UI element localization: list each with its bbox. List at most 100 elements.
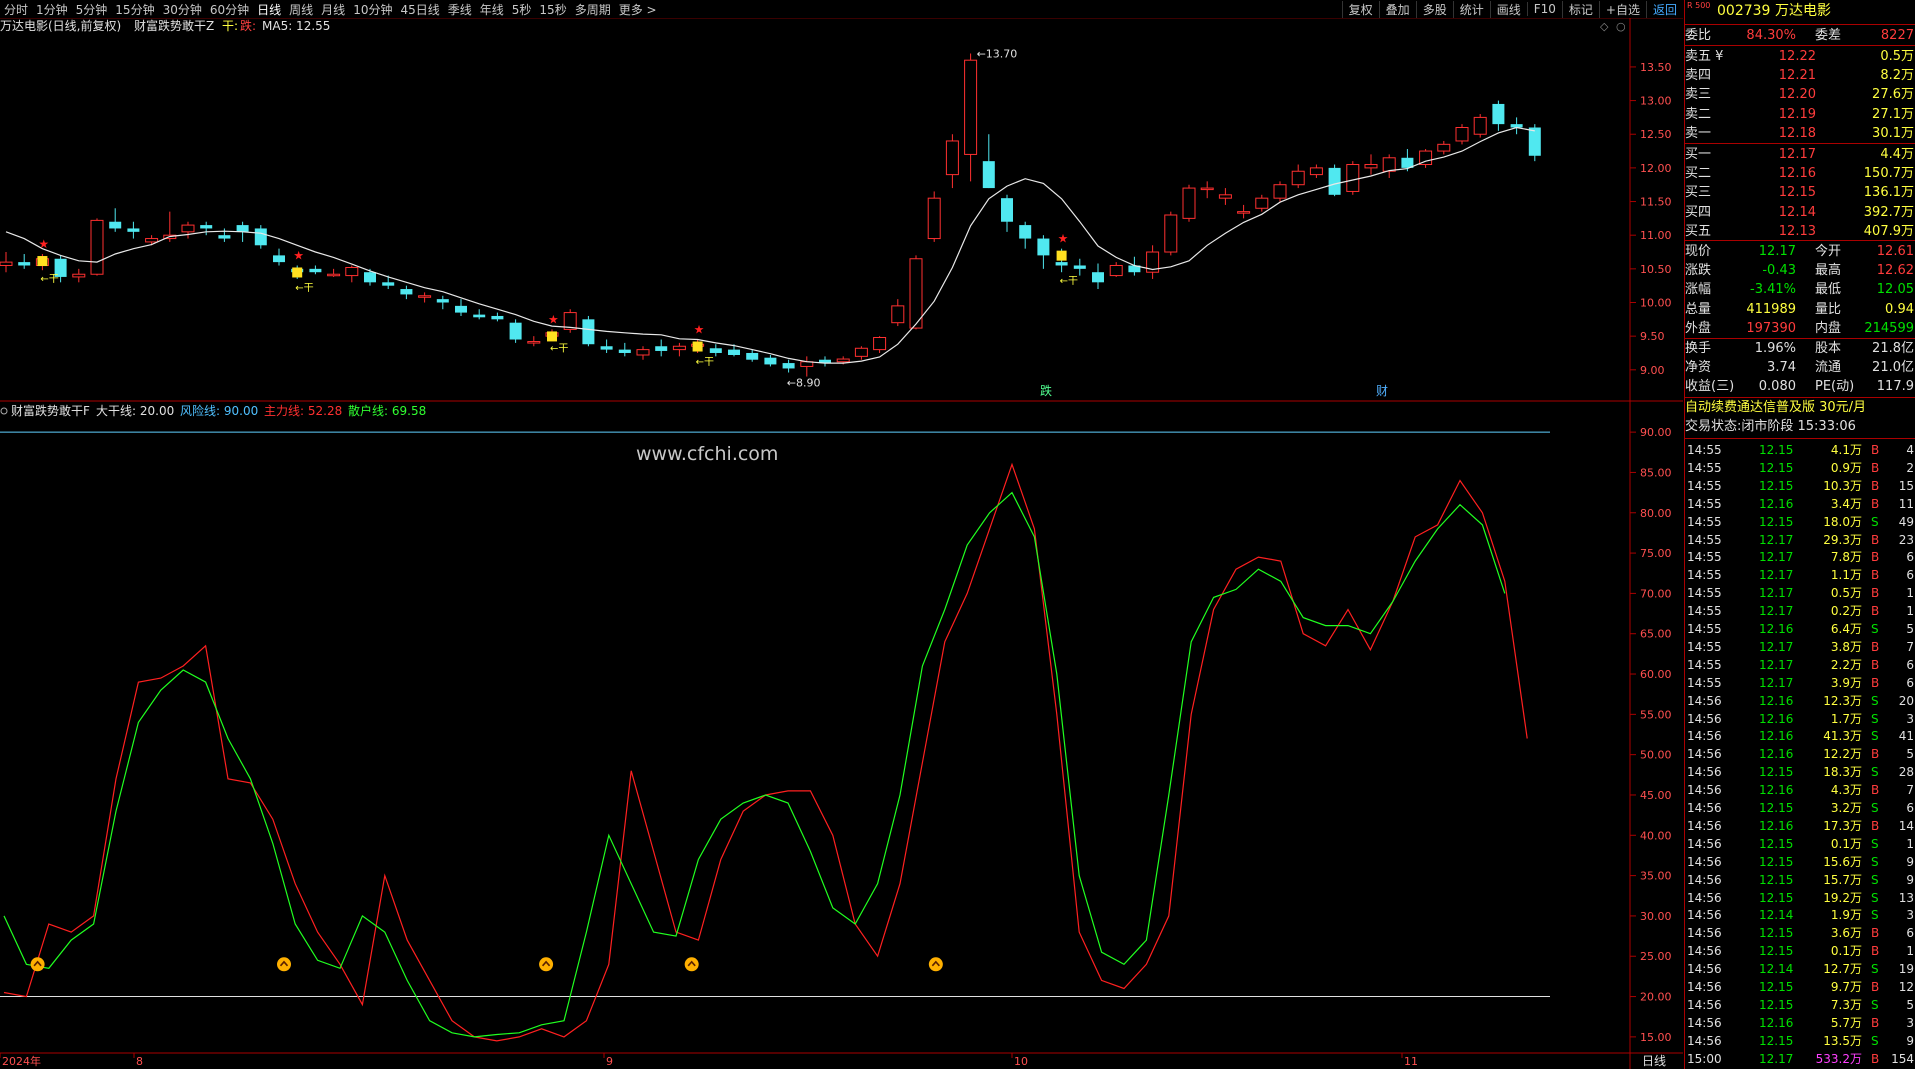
tick-row: 14:55 12.17 2.2万 B 6 <box>1687 657 1914 672</box>
tick-row: 14:56 12.15 3.6万 B 6 <box>1687 926 1914 941</box>
tick-row: 14:55 12.17 3.9万 B 6 <box>1687 675 1914 690</box>
price-tick-label: 10.00 <box>1640 297 1672 310</box>
candle-body <box>891 305 905 324</box>
candle-body <box>509 322 522 340</box>
price-tick-label: 11.50 <box>1640 196 1672 209</box>
ma5-line <box>5 126 1535 364</box>
tick-row: 14:55 12.16 3.4万 B 11 <box>1687 496 1914 511</box>
high-price-label: ←13.70 <box>977 47 1018 60</box>
tool-button[interactable]: +自选 <box>1598 0 1646 18</box>
tick-row: 14:55 12.15 18.0万 S 49 <box>1687 514 1914 529</box>
candle-body <box>1528 127 1541 156</box>
tick-row: 14:56 12.14 1.9万 S 3 <box>1687 908 1914 923</box>
indicator-tick-label: 65.00 <box>1640 628 1672 641</box>
period-tab[interactable]: 日线 <box>253 1 285 18</box>
period-tab[interactable]: 5分钟 <box>72 1 112 18</box>
tick-row: 14:56 12.15 19.2万 S 13 <box>1687 890 1914 905</box>
period-tab[interactable]: 60分钟 <box>206 1 253 18</box>
tool-button[interactable]: 画线 <box>1489 0 1527 18</box>
tool-button[interactable]: 叠加 <box>1378 0 1416 18</box>
period-tab[interactable]: 45日线 <box>396 1 443 18</box>
sub-indicator-title: 财富跌势敢干F <box>11 403 90 418</box>
tick-row: 14:56 12.15 15.7万 S 9 <box>1687 872 1914 887</box>
candle-body <box>236 225 249 232</box>
star-marker: ★ <box>38 237 49 251</box>
indicator-tick-label: 75.00 <box>1640 547 1672 560</box>
period-tab[interactable]: 15秒 <box>535 1 570 18</box>
ask-row: 卖五 ¥12.22 0.5万 <box>1685 49 1914 64</box>
candle-body <box>18 262 31 266</box>
tick-row: 15:00 12.17 533.2万 B 154 <box>1687 1051 1914 1066</box>
tool-button[interactable]: F10 <box>1526 2 1562 16</box>
candle-body <box>364 272 376 283</box>
diamond-icon[interactable]: ◇ <box>1600 20 1609 33</box>
ask-row: 卖四 12.21 8.2万 <box>1685 68 1914 84</box>
indicator-tick-label: 55.00 <box>1640 708 1672 721</box>
period-tab[interactable]: 15分钟 <box>111 1 158 18</box>
legend-item: 主力线: 52.28 <box>264 404 342 418</box>
candle-body <box>382 282 395 286</box>
tick-row: 14:56 12.16 12.2万 B 5 <box>1687 747 1914 762</box>
price-axis: 13.50 13.00 12.50 12.00 11.50 11.00 10.50 10.00… <box>1630 61 1672 377</box>
period-tab[interactable]: 更多 > <box>615 1 661 18</box>
period-tab[interactable]: 年线 <box>476 1 508 18</box>
tool-button[interactable]: 标记 <box>1561 0 1599 18</box>
circle-icon[interactable]: ○ <box>1616 20 1626 33</box>
indicator-tick-label: 45.00 <box>1640 789 1672 802</box>
kline-chart[interactable]: 万达电影(日线,前复权) 财富跌势敢干Z 干: 跌: MA5: 12.55 ◇ … <box>0 18 1683 1069</box>
period-tab[interactable]: 分时 <box>0 1 32 18</box>
candle-body <box>436 299 449 303</box>
candle-body <box>254 228 267 246</box>
candle-body <box>618 349 631 353</box>
candle-body <box>672 345 686 351</box>
date-tick-label: 10 <box>1014 1055 1028 1068</box>
indicator-icon[interactable] <box>0 407 8 415</box>
tool-button[interactable]: 复权 <box>1341 0 1379 18</box>
bid-row: 买四 12.14 392.7万 <box>1685 204 1914 220</box>
period-tab[interactable]: 周线 <box>285 1 317 18</box>
candle-body <box>964 59 978 155</box>
candle-body <box>1164 214 1178 253</box>
signal-box <box>547 331 557 342</box>
buy-signal-icon <box>928 957 943 972</box>
candle-body <box>709 348 722 353</box>
tick-row: 14:55 12.15 4.1万 B 4 <box>1687 443 1914 457</box>
period-tab[interactable]: 1分钟 <box>32 1 72 18</box>
tick-row: 14:56 12.16 12.3万 S 20 <box>1687 693 1914 708</box>
price-tick-label: 9.50 <box>1640 330 1665 343</box>
signal-box <box>292 267 303 278</box>
legend-item: 大干线: 20.00 <box>96 404 174 418</box>
gan-signal: ←干 <box>295 283 313 294</box>
star-marker: ★ <box>694 323 705 337</box>
tick-row: 14:56 12.15 13.5万 S 9 <box>1687 1033 1914 1048</box>
date-tick-label: 8 <box>136 1055 143 1068</box>
candle-body <box>1273 184 1287 199</box>
candle-body <box>1182 187 1196 219</box>
tool-button[interactable]: 统计 <box>1452 0 1490 18</box>
bid-row: 买五 12.13 407.9万 <box>1685 223 1914 239</box>
signal-box <box>692 341 703 352</box>
tool-button[interactable]: 返回 <box>1645 0 1683 18</box>
candle-body <box>1437 143 1451 152</box>
tick-row: 14:55 12.16 6.4万 S 5 <box>1687 622 1914 636</box>
period-tab[interactable]: 多周期 <box>571 1 615 18</box>
period-tab[interactable]: 季线 <box>444 1 476 18</box>
indicator-axis: 90.00 85.00 80.00 75.00 70.00 65.00 60.00 55.00… <box>1630 426 1672 1044</box>
candle-body <box>1109 264 1123 277</box>
period-tab[interactable]: 5秒 <box>508 1 536 18</box>
low-price-label: ←8.90 <box>787 377 821 390</box>
stat-row: 现价 12.17 今开 12.61 <box>1685 244 1914 259</box>
indicator-tick-label: 50.00 <box>1640 749 1672 762</box>
candle-body <box>1001 198 1013 222</box>
period-tab[interactable]: 30分钟 <box>159 1 206 18</box>
candle-body <box>327 273 341 277</box>
retail-line <box>3 491 1506 1038</box>
ask-row: 卖二 12.19 27.1万 <box>1685 106 1914 122</box>
tool-button[interactable]: 多股 <box>1415 0 1453 18</box>
stat-row: 外盘 197390 内盘 214599 <box>1685 320 1914 336</box>
period-tab[interactable]: 10分钟 <box>349 1 396 18</box>
date-tick-label: 2024年 <box>2 1054 41 1068</box>
period-tab[interactable]: 月线 <box>317 1 349 18</box>
ad-banner[interactable]: 自动续费通达信普及版 30元/月 <box>1685 398 1915 417</box>
price-tick-label: 10.50 <box>1640 263 1672 276</box>
